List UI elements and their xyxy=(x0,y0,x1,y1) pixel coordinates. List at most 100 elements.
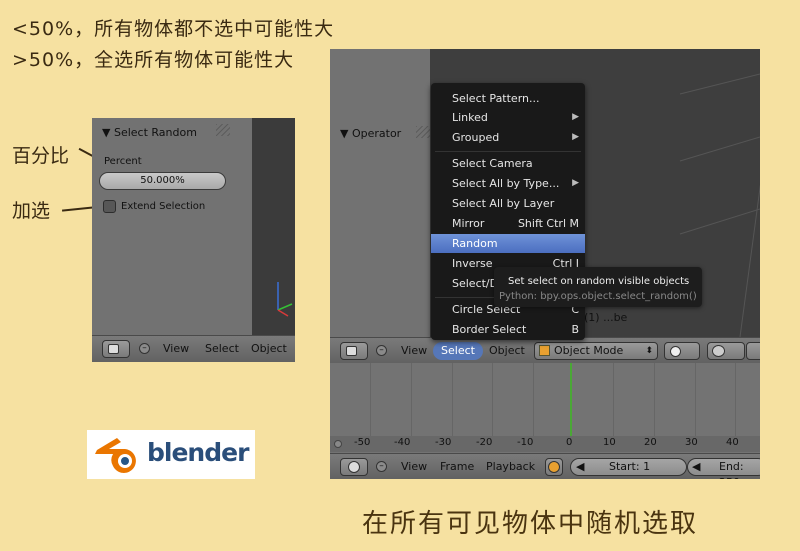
panel-grip-icon[interactable] xyxy=(216,124,230,136)
panel-grip-icon[interactable] xyxy=(416,126,430,138)
percent-slider[interactable]: 50.000% xyxy=(99,172,226,190)
submenu-arrow-icon: ▶ xyxy=(572,112,579,122)
menu-item-select-pattern[interactable]: Select Pattern... xyxy=(431,89,585,108)
menu-item-label: Select All by Type... xyxy=(452,177,560,190)
pivot-dropdown[interactable] xyxy=(707,342,745,360)
frame-ruler[interactable]: -50 -40 -30 -20 -10 0 10 20 30 40 xyxy=(330,436,760,452)
manipulator-button[interactable] xyxy=(746,342,760,360)
collapse-menu-icon[interactable]: – xyxy=(376,345,387,356)
blender-logo-text: blender xyxy=(147,438,249,467)
timeline-gridline xyxy=(695,363,696,436)
menu-view[interactable]: View xyxy=(401,460,427,473)
menu-select-active[interactable]: Select xyxy=(433,342,483,360)
menu-item-label: Random xyxy=(452,237,498,250)
extend-selection-label: Extend Selection xyxy=(121,201,206,212)
menu-item-label: Select Pattern... xyxy=(452,92,540,105)
extend-annotation: 加选 xyxy=(12,200,51,222)
blender-logo-icon xyxy=(95,438,136,473)
arrow-left-icon[interactable]: ◀ xyxy=(692,459,700,475)
timeline-gridline xyxy=(613,363,614,436)
cube-name-peek: (1) ...be xyxy=(584,311,628,324)
timeline-area[interactable]: -50 -40 -30 -20 -10 0 10 20 30 40 xyxy=(330,363,760,453)
clock-icon xyxy=(348,461,360,473)
ruler-tick: 30 xyxy=(685,437,698,448)
start-frame-value: Start: 1 xyxy=(609,460,651,473)
menu-separator xyxy=(435,151,581,152)
extend-selection-checkbox[interactable] xyxy=(103,200,116,213)
menu-object[interactable]: Object xyxy=(489,344,525,357)
menu-object[interactable]: Object xyxy=(251,342,287,355)
menu-item-random[interactable]: Random xyxy=(431,234,585,253)
timeline-gridline xyxy=(452,363,453,436)
editor-type-button[interactable] xyxy=(340,342,368,360)
percent-label: Percent xyxy=(104,156,142,167)
tooltip-title: Set select on random visible objects xyxy=(508,276,690,287)
menu-item-label: Select All by Layer xyxy=(452,197,555,210)
menu-view[interactable]: View xyxy=(163,342,189,355)
submenu-arrow-icon: ▶ xyxy=(572,178,579,188)
timeline-gridline xyxy=(654,363,655,436)
menu-item-label: Select Camera xyxy=(452,157,533,170)
menu-item-label: Border Select xyxy=(452,323,527,336)
menu-item-label: Linked xyxy=(452,111,488,124)
menu-item-linked[interactable]: Linked ▶ xyxy=(431,108,585,127)
axes-gizmo-icon xyxy=(277,282,293,317)
menu-item-select-camera[interactable]: Select Camera xyxy=(431,154,585,173)
menu-view[interactable]: View xyxy=(401,344,427,357)
select-random-header[interactable]: ▼ Select Random xyxy=(102,126,197,139)
random-tooltip: Set select on random visible objects Pyt… xyxy=(494,267,702,307)
arrow-left-icon[interactable]: ◀ xyxy=(576,459,584,475)
tooltip-python: Python: bpy.ops.object.select_random() xyxy=(499,291,697,302)
timeline-gridline xyxy=(370,363,371,436)
ruler-tick: 40 xyxy=(726,437,739,448)
menu-frame[interactable]: Frame xyxy=(440,460,474,473)
cube-icon xyxy=(346,346,357,356)
cube-icon xyxy=(108,344,119,354)
editor-type-button[interactable] xyxy=(340,458,368,476)
extend-arrow xyxy=(61,206,95,212)
timeline-gridline xyxy=(735,363,736,436)
note-less-than: <50%，所有物体都不选中可能性大 xyxy=(12,18,335,40)
timeline-header-bar: – View Frame Playback ◀ Start: 1 ◀ End: … xyxy=(330,453,760,479)
mode-dropdown[interactable]: Object Mode ⬍ xyxy=(534,342,658,360)
left-header-bar: – View Select Object xyxy=(92,335,295,362)
timeline-gridline xyxy=(533,363,534,436)
scroll-handle-icon[interactable] xyxy=(334,440,342,448)
pivot-icon xyxy=(712,345,725,357)
menu-item-grouped[interactable]: Grouped ▶ xyxy=(431,128,585,147)
keying-button[interactable] xyxy=(545,458,563,476)
editor-type-button[interactable] xyxy=(102,340,130,358)
collapse-menu-icon[interactable]: – xyxy=(376,461,387,472)
end-frame-value: End: 250 xyxy=(719,460,744,479)
mode-label: Object Mode xyxy=(554,344,624,357)
ruler-tick: -20 xyxy=(476,437,493,448)
menu-item-label: Grouped xyxy=(452,131,500,144)
menu-item-mirror[interactable]: Mirror Shift Ctrl M xyxy=(431,214,585,233)
note-greater-than: >50%，全选所有物体可能性大 xyxy=(12,49,295,71)
operator-header[interactable]: ▼ Operator xyxy=(340,127,401,140)
ruler-tick: -50 xyxy=(354,437,371,448)
keyframe-icon xyxy=(548,461,560,473)
menu-item-border-select[interactable]: Border Select B xyxy=(431,320,585,339)
menu-item-select-all-by-layer[interactable]: Select All by Layer xyxy=(431,194,585,213)
timeline-gridline xyxy=(411,363,412,436)
percent-annotation: 百分比 xyxy=(12,145,70,167)
menu-select[interactable]: Select xyxy=(205,342,239,355)
viewport-header-bar: – View Select Object Object Mode ⬍ xyxy=(330,337,760,363)
menu-playback[interactable]: Playback xyxy=(486,460,535,473)
end-frame-field[interactable]: ◀ End: 250 xyxy=(687,458,760,479)
collapse-menu-icon[interactable]: – xyxy=(139,343,150,354)
menu-item-label: Select/D xyxy=(452,277,499,290)
ruler-tick: -40 xyxy=(394,437,411,448)
object-mode-icon xyxy=(539,345,550,356)
ruler-tick: 20 xyxy=(644,437,657,448)
dropdown-arrows-icon: ⬍ xyxy=(645,346,653,356)
shading-dropdown[interactable] xyxy=(664,342,700,360)
menu-item-select-all-by-type[interactable]: Select All by Type... ▶ xyxy=(431,174,585,193)
ruler-tick: -10 xyxy=(517,437,534,448)
ruler-tick: 10 xyxy=(603,437,616,448)
submenu-arrow-icon: ▶ xyxy=(572,132,579,142)
ruler-tick: -30 xyxy=(435,437,452,448)
ruler-tick: 0 xyxy=(566,437,573,448)
start-frame-field[interactable]: ◀ Start: 1 xyxy=(570,458,687,476)
